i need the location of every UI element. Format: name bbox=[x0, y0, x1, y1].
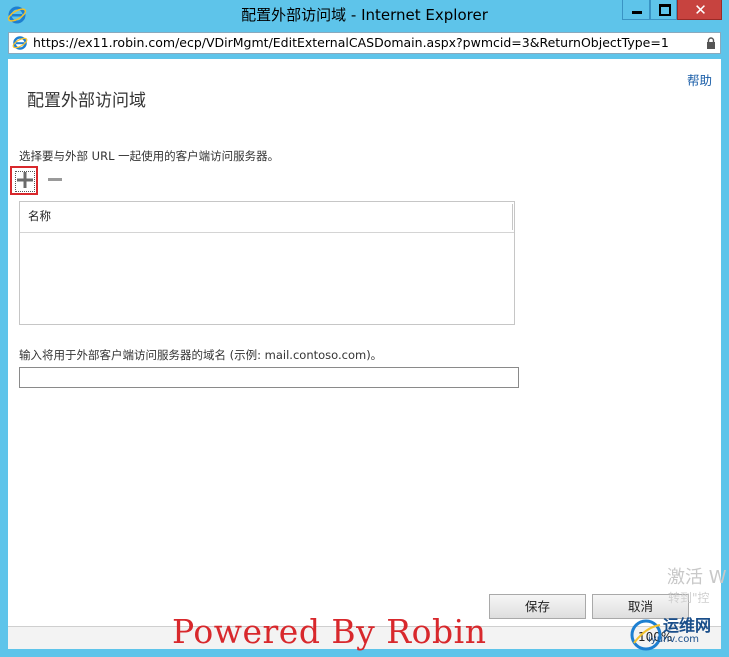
internet-explorer-icon bbox=[12, 36, 28, 50]
address-bar[interactable]: https://ex11.robin.com/ecp/VDirMgmt/Edit… bbox=[8, 32, 721, 54]
domain-input[interactable] bbox=[19, 367, 519, 388]
powered-by-watermark: Powered By Robin bbox=[172, 612, 487, 651]
minimize-button[interactable] bbox=[622, 0, 650, 20]
close-icon: ✕ bbox=[694, 1, 707, 19]
maximize-button[interactable] bbox=[650, 0, 677, 20]
close-button[interactable]: ✕ bbox=[677, 0, 722, 20]
site-logo-url: iyunv.com bbox=[648, 634, 700, 645]
list-header: 名称 bbox=[20, 202, 514, 233]
remove-server-button[interactable] bbox=[46, 172, 64, 188]
column-header-name[interactable]: 名称 bbox=[28, 202, 51, 230]
help-link[interactable]: 帮助 bbox=[687, 70, 712, 89]
windows-activation-watermark: 激活 W bbox=[667, 567, 727, 588]
minimize-icon bbox=[632, 11, 642, 14]
page-content: 帮助 配置外部访问域 选择要与外部 URL 一起使用的客户端访问服务器。 名称 … bbox=[8, 59, 727, 626]
minus-icon bbox=[48, 178, 62, 181]
window-titlebar: 配置外部访问域 - Internet Explorer ✕ bbox=[0, 0, 729, 30]
maximize-icon bbox=[659, 4, 671, 16]
lock-icon bbox=[707, 37, 715, 49]
site-logo-text: 运维网 bbox=[663, 616, 712, 635]
save-button[interactable]: 保存 bbox=[489, 594, 586, 619]
url-text[interactable]: https://ex11.robin.com/ecp/VDirMgmt/Edit… bbox=[33, 33, 669, 53]
server-instruction: 选择要与外部 URL 一起使用的客户端访问服务器。 bbox=[19, 149, 280, 163]
page-title: 配置外部访问域 bbox=[27, 91, 146, 111]
column-divider bbox=[512, 204, 513, 230]
server-list[interactable]: 名称 bbox=[19, 201, 515, 325]
window-title: 配置外部访问域 - Internet Explorer bbox=[241, 6, 488, 24]
add-server-button[interactable] bbox=[10, 166, 38, 195]
plus-icon bbox=[17, 172, 33, 188]
windows-activation-subtext: 转到"控 bbox=[668, 591, 710, 605]
domain-label: 输入将用于外部客户端访问服务器的域名 (示例: mail.contoso.com… bbox=[19, 348, 383, 362]
